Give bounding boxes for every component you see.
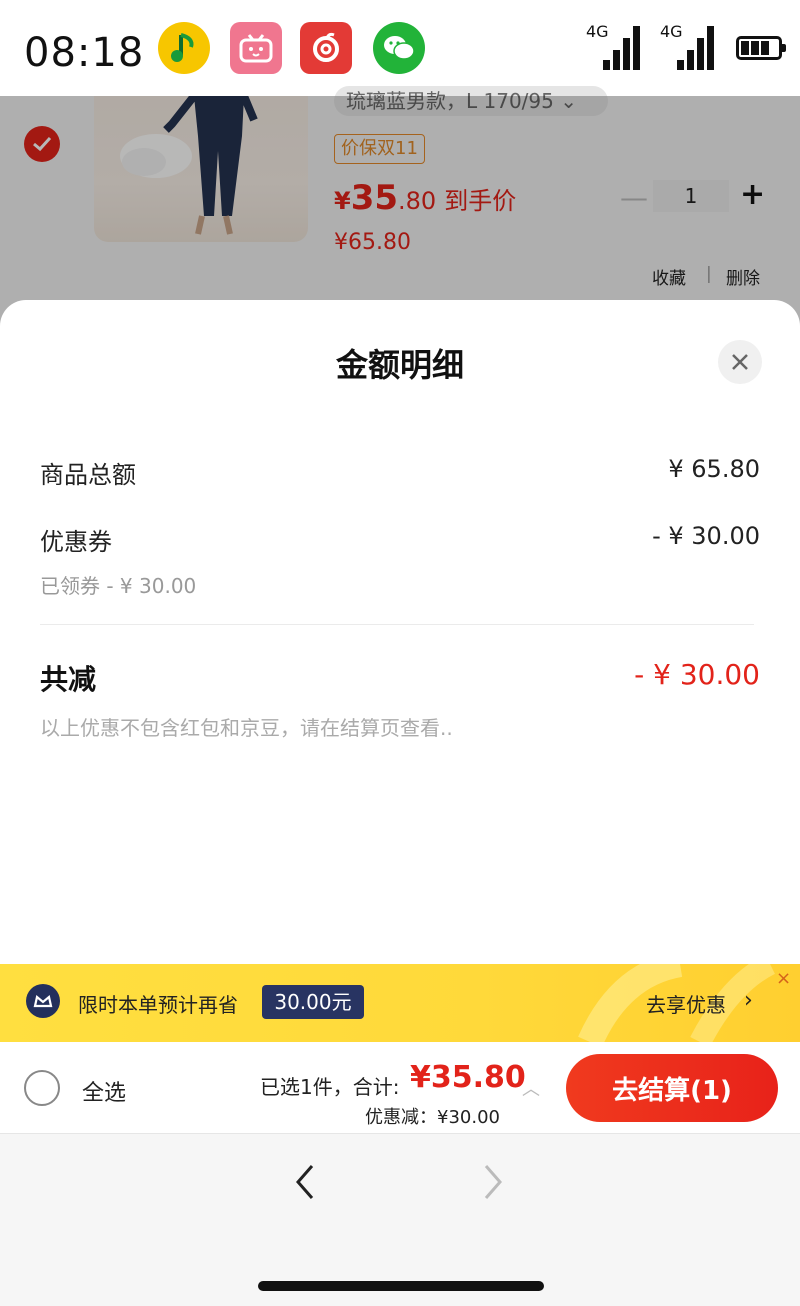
total-reduction-label: 共减 [40, 663, 97, 696]
coupon-sub: 已领券 - ¥ 30.00 [40, 574, 197, 598]
divider [40, 624, 754, 625]
battery-icon [736, 36, 786, 60]
reduction-note: 以上优惠不包含红包和京豆，请在结算页查看.. [40, 716, 453, 740]
dim-overlay[interactable] [0, 96, 800, 326]
selected-count: 已选1件，合计: [260, 1075, 400, 1099]
promo-close-icon[interactable]: × [776, 968, 791, 989]
amount-detail-sheet [0, 300, 800, 964]
coupon-value: - ¥ 30.00 [652, 522, 760, 550]
status-time: 08:18 [24, 30, 145, 76]
discount-summary: 优惠减：¥30.00 [365, 1107, 500, 1128]
promo-amount-badge: 30.00元 [262, 985, 364, 1019]
select-all-label[interactable]: 全选 [82, 1075, 126, 1107]
forward-icon[interactable] [482, 1162, 506, 1212]
signal-icon: 4G [584, 22, 640, 74]
total-price: ¥35.80 [410, 1060, 526, 1095]
close-button[interactable] [718, 340, 762, 384]
select-all-radio[interactable] [24, 1070, 60, 1106]
crown-icon [26, 984, 60, 1018]
chevron-up-icon[interactable]: ︿ [522, 1075, 540, 1101]
signal-icon: 4G [658, 22, 714, 74]
bilibili-icon [230, 22, 282, 74]
goods-total-label: 商品总额 [40, 461, 136, 489]
netease-music-icon [300, 22, 352, 74]
promo-text: 限时本单预计再省 [78, 993, 238, 1017]
back-icon[interactable] [292, 1162, 316, 1212]
chevron-right-icon: › [744, 988, 753, 1013]
home-indicator[interactable] [258, 1281, 544, 1291]
checkout-button[interactable]: 去结算(1) [566, 1054, 778, 1122]
qq-music-icon [158, 22, 210, 74]
coupon-label: 优惠券 [40, 528, 112, 556]
wechat-icon [373, 22, 425, 74]
close-icon [732, 354, 748, 370]
promo-action-link[interactable]: 去享优惠 [646, 989, 726, 1018]
sheet-title: 金额明细 [335, 346, 464, 384]
total-reduction-value: - ¥ 30.00 [634, 658, 760, 691]
goods-total-value: ¥ 65.80 [668, 455, 760, 483]
